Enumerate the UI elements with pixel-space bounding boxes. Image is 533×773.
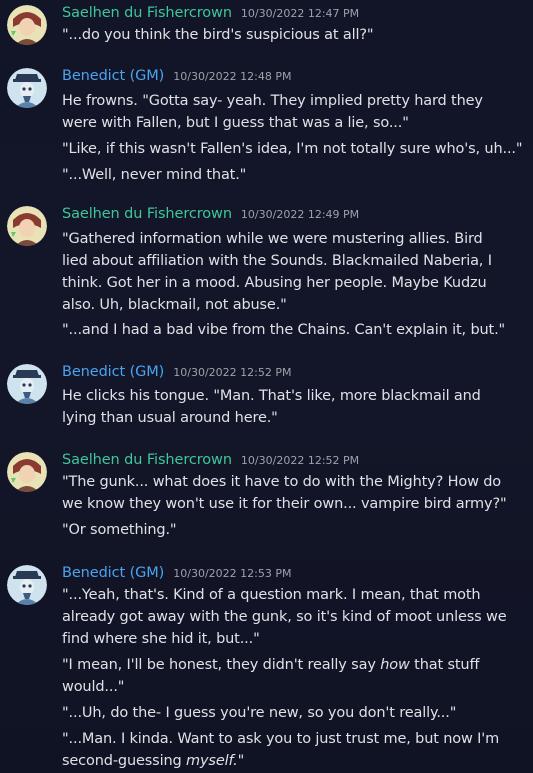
message-text: "Gathered information while we were must… (62, 231, 483, 247)
message-text: "...Yeah, that's. Kind of a question mar… (62, 587, 481, 603)
avatar-benedict[interactable] (7, 364, 47, 404)
message-text-part: "I mean, I'll be honest, they didn't rea… (62, 657, 381, 673)
message-text: "I mean, I'll be honest, they didn't rea… (62, 654, 522, 676)
message-header: Benedict (GM) 10/30/2022 12:52 PM (62, 364, 291, 384)
message-text: were with Fallen, but I guess that was a… (62, 115, 409, 131)
message-text: "...Well, never mind that." (62, 167, 247, 183)
message-text: "...Man. I kinda. Want to ask you to jus… (62, 731, 500, 747)
message-text-part: that stuff (409, 657, 480, 673)
message-text: also. Uh, blackmail, not abuse." (62, 297, 287, 313)
author-name[interactable]: Saelhen du Fishercrown (62, 206, 232, 222)
message-text-part: " (237, 753, 245, 769)
saelhen-avatar-icon (7, 206, 47, 246)
saelhen-avatar-icon (7, 5, 47, 45)
chat-message-list: Saelhen du Fishercrown 10/30/2022 12:47 … (0, 0, 533, 773)
message-header: Saelhen du Fishercrown 10/30/2022 12:49 … (62, 206, 359, 226)
message-header: Saelhen du Fishercrown 10/30/2022 12:47 … (62, 5, 359, 25)
message-header: Saelhen du Fishercrown 10/30/2022 12:52 … (62, 452, 359, 472)
author-name[interactable]: Saelhen du Fishercrown (62, 5, 232, 21)
message-text-italic: myself. (186, 753, 238, 769)
saelhen-avatar-icon (7, 452, 47, 492)
message-text: "...and I had a bad vibe from the Chains… (62, 322, 506, 338)
message-text: lied about affiliation with the Sounds. … (62, 253, 492, 269)
message-text: lying than usual around here." (62, 410, 278, 426)
message-text: would..." (62, 679, 125, 695)
author-name[interactable]: Benedict (GM) (62, 68, 164, 84)
message-text: "The gunk... what does it have to do wit… (62, 474, 502, 490)
message-text: think. Got her in a mood. Abusing her pe… (62, 275, 487, 291)
message-text-italic: how (380, 657, 410, 673)
author-name[interactable]: Saelhen du Fishercrown (62, 452, 232, 468)
message-header: Benedict (GM) 10/30/2022 12:48 PM (62, 68, 291, 88)
message-timestamp: 10/30/2022 12:48 PM (173, 70, 292, 83)
message-text-part: second-guessing (62, 753, 187, 769)
avatar-benedict[interactable] (7, 68, 47, 108)
message-text: find where she hid it, but..." (62, 631, 260, 647)
benedict-avatar-icon (7, 565, 47, 605)
avatar-benedict[interactable] (7, 565, 47, 605)
benedict-avatar-icon (7, 68, 47, 108)
message-timestamp: 10/30/2022 12:52 PM (173, 366, 292, 379)
benedict-avatar-icon (7, 364, 47, 404)
message-text: He frowns. "Gotta say- yeah. They implie… (62, 93, 483, 109)
message-text: "...do you think the bird's suspicious a… (62, 27, 374, 43)
message-text: we know they won't use it for their own.… (62, 496, 507, 512)
message-text: He clicks his tongue. "Man. That's like,… (62, 388, 481, 404)
message-text: second-guessing myself." (62, 750, 522, 772)
author-name[interactable]: Benedict (GM) (62, 565, 164, 581)
avatar-saelhen[interactable] (7, 452, 47, 492)
avatar-saelhen[interactable] (7, 5, 47, 45)
avatar-saelhen[interactable] (7, 206, 47, 246)
message-text: already got away with the gunk, so it's … (62, 609, 507, 625)
message-timestamp: 10/30/2022 12:52 PM (240, 454, 360, 467)
message-header: Benedict (GM) 10/30/2022 12:53 PM (62, 565, 291, 585)
message-timestamp: 10/30/2022 12:53 PM (173, 567, 292, 580)
message-text: "...Uh, do the- I guess you're new, so y… (62, 705, 457, 721)
author-name[interactable]: Benedict (GM) (62, 364, 164, 380)
message-text: "Or something." (62, 522, 177, 538)
message-timestamp: 10/30/2022 12:47 PM (240, 7, 360, 20)
message-text: "Like, if this wasn't Fallen's idea, I'm… (62, 141, 523, 157)
message-timestamp: 10/30/2022 12:49 PM (240, 208, 360, 221)
